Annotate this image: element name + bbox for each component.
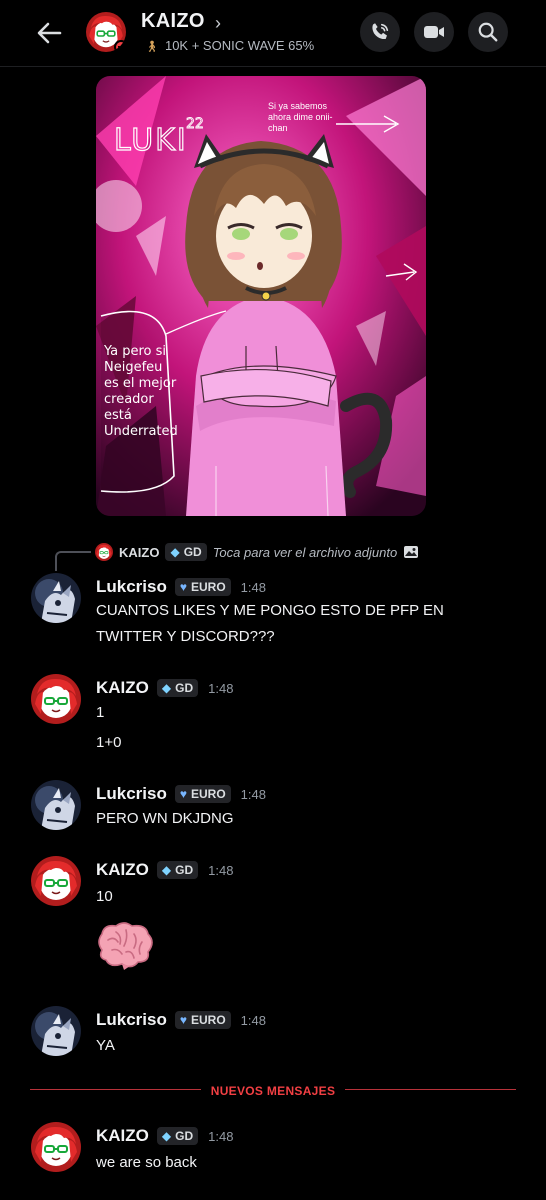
heart-icon: ♥ bbox=[179, 1013, 187, 1027]
username[interactable]: Lukcriso bbox=[96, 784, 167, 804]
call-icon bbox=[372, 23, 389, 40]
username[interactable]: KAIZO bbox=[96, 860, 149, 880]
image-icon bbox=[404, 546, 419, 558]
tag-label: EURO bbox=[190, 1013, 226, 1027]
chevron-right-icon[interactable]: › bbox=[215, 13, 221, 34]
tag-label: GD bbox=[175, 681, 194, 695]
user-tag: ◆ GD bbox=[156, 1127, 199, 1145]
timestamp: 1:48 bbox=[208, 680, 234, 696]
brain-emoji bbox=[98, 922, 153, 970]
new-messages-text: NUEVOS MENSAJES bbox=[200, 1084, 346, 1098]
caption-line: creador bbox=[104, 392, 154, 407]
reply-tag-label: GD bbox=[183, 545, 202, 559]
avatar[interactable] bbox=[31, 856, 81, 906]
timestamp: 1:48 bbox=[240, 786, 266, 802]
video-icon bbox=[424, 26, 444, 38]
message-text: YA bbox=[96, 1037, 115, 1054]
message-header: Lukcriso ♥ EURO 1:48 bbox=[96, 1010, 266, 1030]
image-attachment[interactable]: LUKI 22 Si ya sabemos ahora dime onii-ch… bbox=[96, 76, 426, 516]
tag-label: EURO bbox=[190, 787, 226, 801]
reply-reference[interactable]: KAIZO ◆ GD Toca para ver el archivo adjun… bbox=[95, 543, 419, 561]
channel-avatar[interactable] bbox=[86, 12, 126, 52]
message-header: KAIZO ◆ GD 1:48 bbox=[96, 678, 233, 698]
status-figure-icon: 🚶︎ bbox=[145, 41, 159, 53]
message-header: KAIZO ◆ GD 1:48 bbox=[96, 1126, 233, 1146]
custom-status: 🚶︎ 10K + SONIC WAVE 65% bbox=[145, 38, 314, 53]
call-button[interactable] bbox=[360, 12, 400, 52]
message-text: we are so back bbox=[96, 1154, 197, 1171]
username[interactable]: KAIZO bbox=[96, 1126, 149, 1146]
gem-icon: ◆ bbox=[161, 681, 172, 695]
message-text: 10 bbox=[96, 888, 113, 905]
reply-avatar bbox=[95, 543, 113, 561]
back-button[interactable] bbox=[34, 18, 64, 48]
message-text: PERO WN DKJDNG bbox=[96, 810, 234, 827]
attachment-drawing: LUKI 22 bbox=[96, 76, 426, 516]
user-tag: ♥ EURO bbox=[174, 785, 231, 803]
avatar[interactable] bbox=[31, 674, 81, 724]
message-header: KAIZO ◆ GD 1:48 bbox=[96, 860, 233, 880]
caption-line: Neigefeu bbox=[104, 360, 163, 375]
message-text: 1 bbox=[96, 704, 105, 721]
caption-line: Underrated bbox=[104, 424, 178, 439]
caption-line: Ya pero si bbox=[104, 344, 167, 359]
search-icon bbox=[478, 22, 498, 42]
chat-header: KAIZO › 🚶︎ 10K + SONIC WAVE 65% bbox=[0, 0, 546, 67]
message-text: TWITTER Y DISCORD??? bbox=[96, 628, 275, 645]
timestamp: 1:48 bbox=[240, 579, 266, 595]
timestamp: 1:48 bbox=[208, 862, 234, 878]
username[interactable]: Lukcriso bbox=[96, 1010, 167, 1030]
user-tag: ◆ GD bbox=[156, 679, 199, 697]
user-tag: ♥ EURO bbox=[174, 578, 231, 596]
avatar[interactable] bbox=[31, 780, 81, 830]
timestamp: 1:48 bbox=[240, 1012, 266, 1028]
heart-icon: ♥ bbox=[179, 787, 187, 801]
user-tag: ◆ GD bbox=[156, 861, 199, 879]
avatar[interactable] bbox=[31, 1122, 81, 1172]
reply-tag: ◆ GD bbox=[165, 543, 207, 561]
username[interactable]: Lukcriso bbox=[96, 577, 167, 597]
channel-title[interactable]: KAIZO bbox=[141, 10, 205, 33]
avatar[interactable] bbox=[31, 573, 81, 623]
caption-line: es el mejor bbox=[104, 376, 177, 391]
video-call-button[interactable] bbox=[414, 12, 454, 52]
gem-icon: ◆ bbox=[161, 863, 172, 877]
message-header: Lukcriso ♥ EURO 1:48 bbox=[96, 784, 266, 804]
tag-label: GD bbox=[175, 1129, 194, 1143]
new-messages-label: NUEVOS MENSAJES bbox=[0, 1082, 546, 1100]
heart-icon: ♥ bbox=[179, 580, 187, 594]
reply-text: Toca para ver el archivo adjunto bbox=[212, 544, 398, 560]
reply-username: KAIZO bbox=[119, 544, 160, 560]
message-header: Lukcriso ♥ EURO 1:48 bbox=[96, 577, 266, 597]
signature-text: LUKI bbox=[114, 123, 188, 158]
tag-label: GD bbox=[175, 863, 194, 877]
caption-line: está bbox=[104, 408, 132, 423]
gem-icon: ◆ bbox=[161, 1129, 172, 1143]
avatar[interactable] bbox=[31, 1006, 81, 1056]
caption-left: Ya pero si Neigefeu es el mejor creador … bbox=[104, 344, 178, 440]
message-text: CUANTOS LIKES Y ME PONGO ESTO DE PFP EN bbox=[96, 602, 444, 619]
gem-icon: ◆ bbox=[170, 545, 180, 559]
message-text: 1+0 bbox=[96, 734, 122, 751]
caption-top: Si ya sabemos ahora dime onii-chan bbox=[268, 101, 333, 133]
dnd-status-icon bbox=[114, 40, 126, 52]
search-button[interactable] bbox=[468, 12, 508, 52]
signature-sup: 22 bbox=[186, 116, 204, 132]
reply-connector bbox=[55, 551, 91, 571]
timestamp: 1:48 bbox=[208, 1128, 234, 1144]
custom-status-text: 10K + SONIC WAVE 65% bbox=[164, 38, 315, 53]
user-tag: ♥ EURO bbox=[174, 1011, 231, 1029]
username[interactable]: KAIZO bbox=[96, 678, 149, 698]
back-arrow-icon bbox=[37, 22, 62, 44]
tag-label: EURO bbox=[190, 580, 226, 594]
